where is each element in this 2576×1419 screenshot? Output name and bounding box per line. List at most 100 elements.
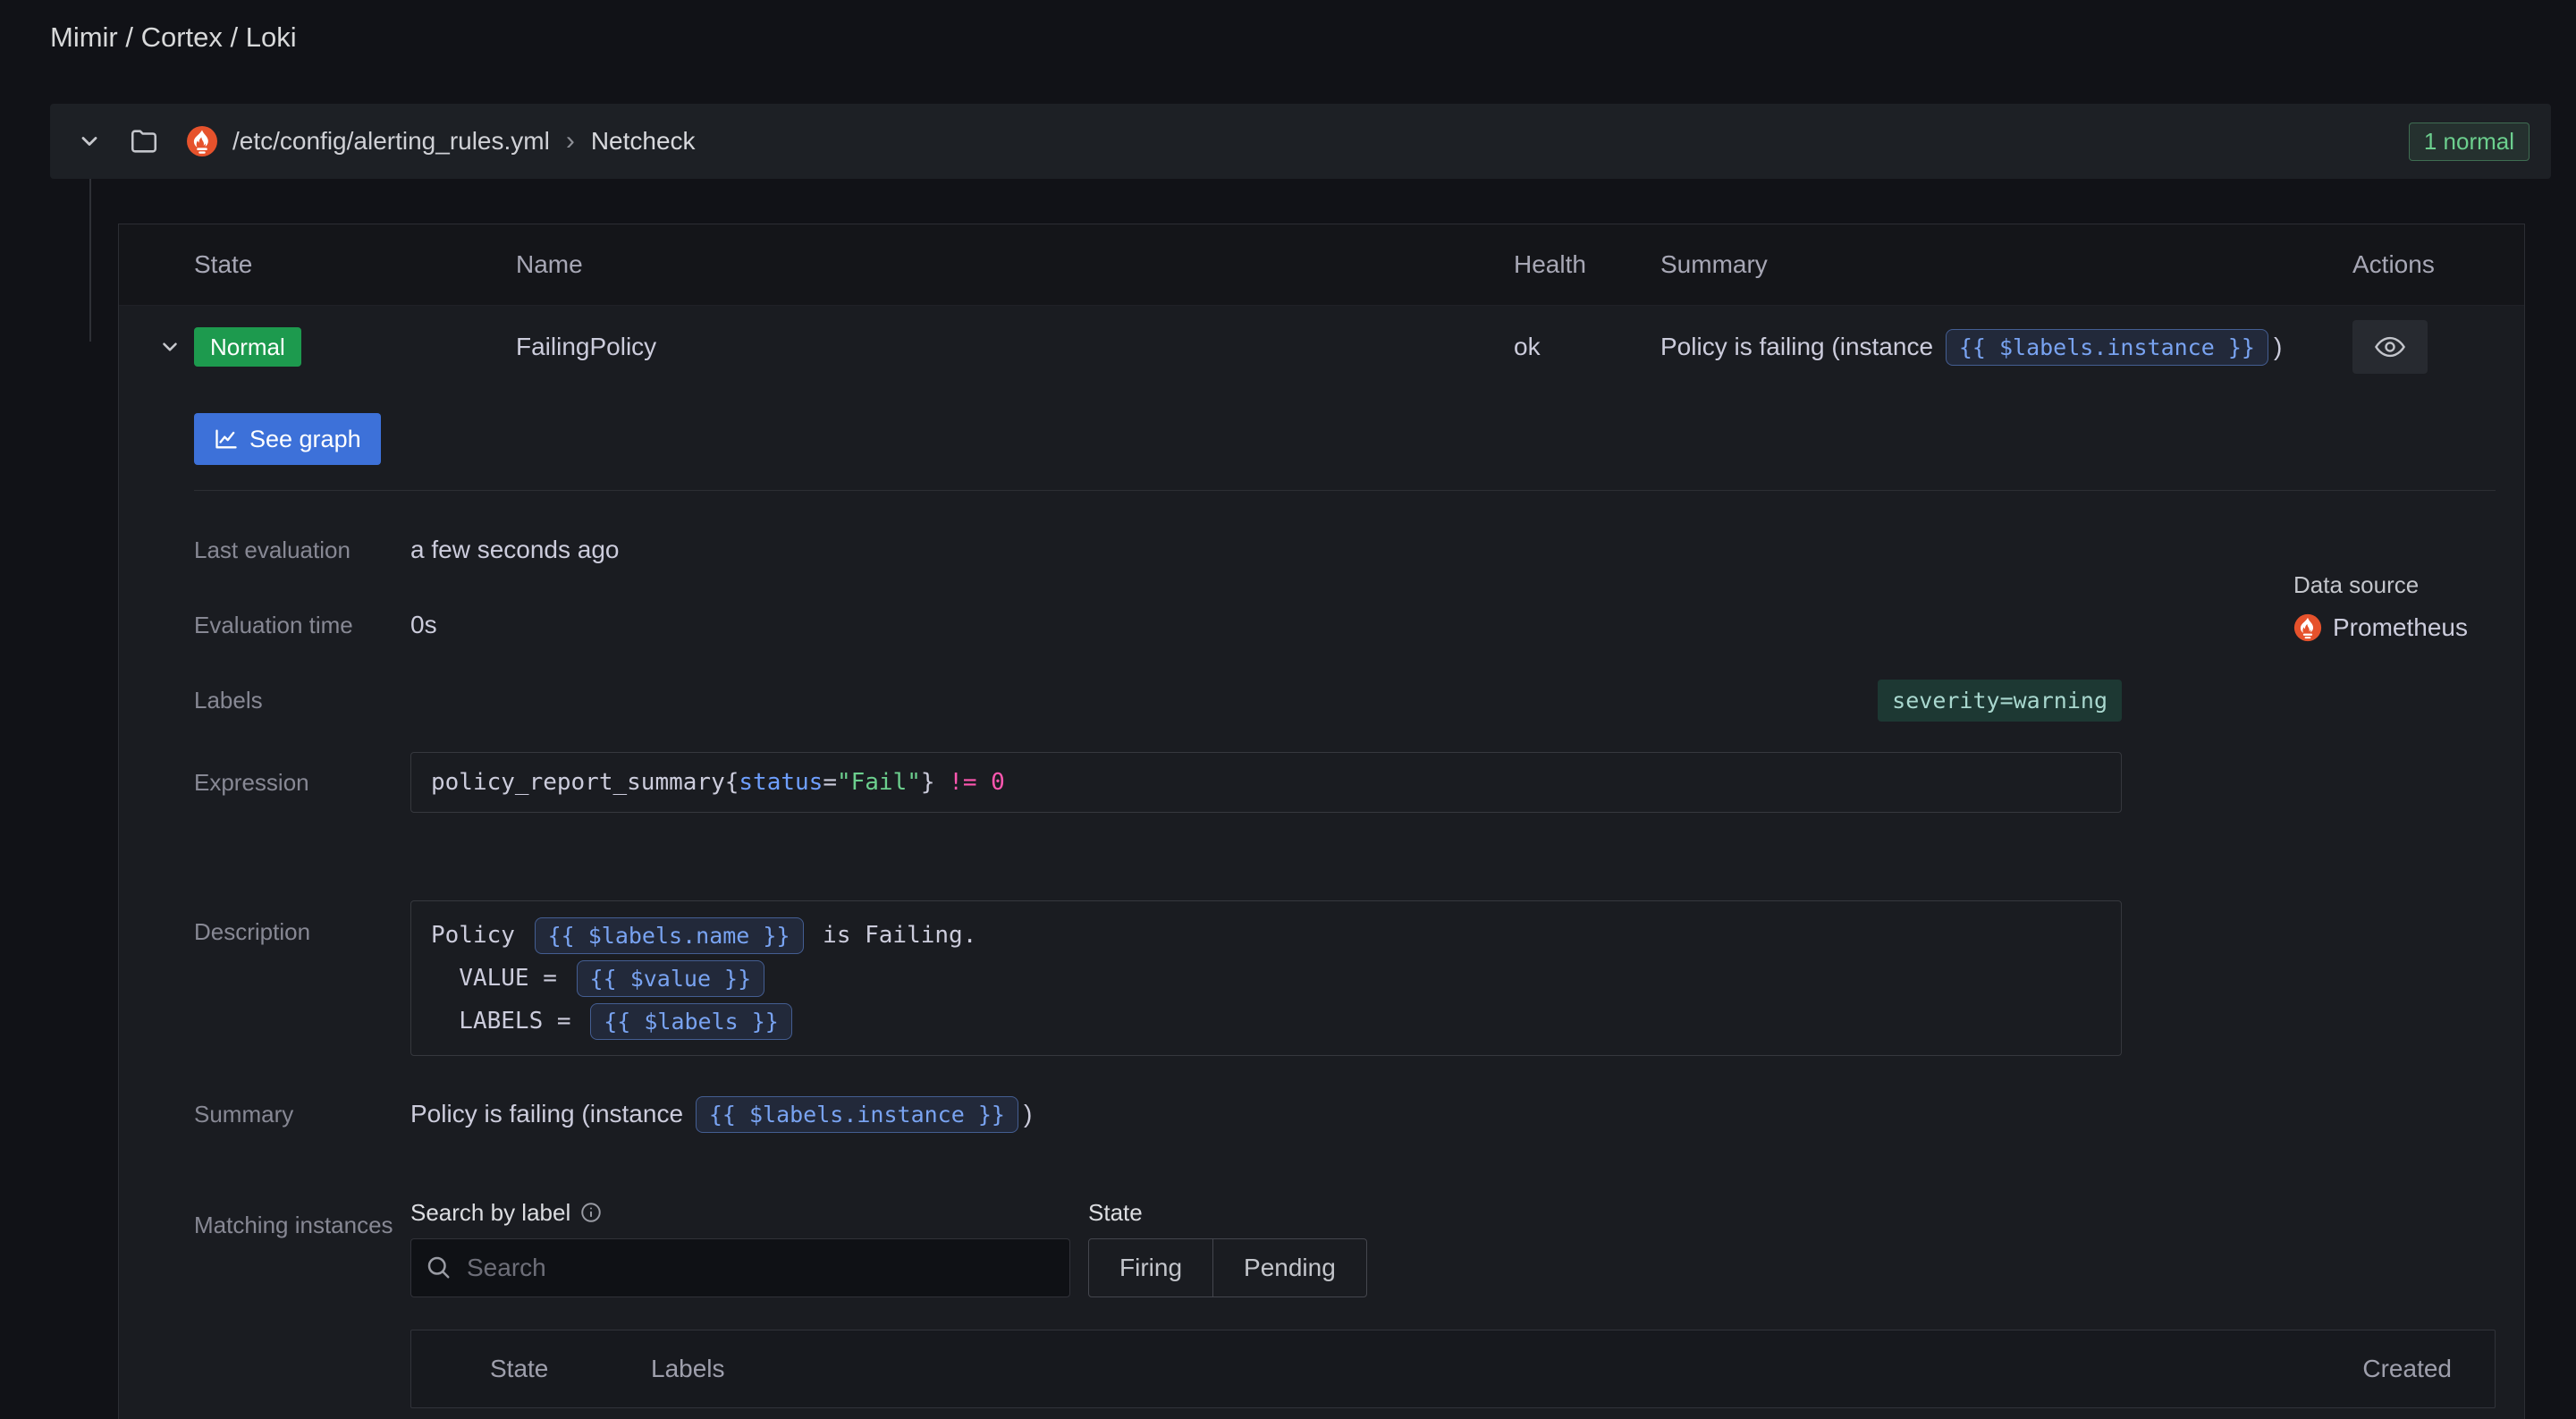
instances-column-created: Created [2362,1355,2452,1383]
evaluation-time-value: 0s [410,611,2496,639]
rule-actions-cell [2352,320,2499,374]
expr-token-string: "Fail" [837,769,921,796]
summary-suffix: ) [1024,1100,1032,1128]
rule-health: ok [1514,333,1660,361]
rule-group-header[interactable]: /etc/config/alerting_rules.yml › Netchec… [50,104,2551,179]
matching-instances-label: Matching instances [194,1199,410,1246]
template-chip-labels-name: {{ $labels.name }} [535,917,804,954]
severity-label-chip: severity=warning [1878,680,2122,722]
breadcrumb-separator: › [566,126,575,156]
view-rule-button[interactable] [2352,320,2428,374]
matching-instances-area: Search by label [410,1199,2496,1408]
eye-icon [2375,335,2405,359]
column-header-health: Health [1514,250,1660,279]
labels-row: Labels severity=warning [194,679,2496,722]
description-box: Policy {{ $labels.name }} is Failing. VA… [410,900,2122,1056]
evaluation-time-label: Evaluation time [194,612,410,639]
template-chip-value: {{ $value }} [577,960,765,997]
folder-icon [129,126,159,156]
group-status-badge: 1 normal [2409,122,2530,161]
rule-details-expanded: See graph Data source [119,388,2524,1419]
column-header-name: Name [516,250,1514,279]
expr-token-metric: policy_report_summary [431,769,725,796]
chart-line-icon [214,427,239,452]
expression-row: Expression policy_report_summary{status=… [194,752,2496,813]
description-row: Description Policy {{ $labels.name }} is… [194,900,2496,1056]
label-search-field [410,1238,1070,1297]
expr-token-operator: != [935,769,992,796]
expr-token-threshold: 0 [991,769,1005,796]
column-header-actions: Actions [2352,250,2499,279]
see-graph-label: See graph [249,426,361,453]
summary-row: Summary Policy is failing (instance {{ $… [194,1092,2496,1136]
last-evaluation-label: Last evaluation [194,536,410,564]
labels-label: Labels [194,687,410,714]
expr-token-close-brace: } [921,769,935,796]
template-chip-labels-instance: {{ $labels.instance }} [696,1096,1018,1133]
evaluation-time-row: Evaluation time 0s [194,607,2496,643]
column-header-state: State [194,250,516,279]
filter-firing-button[interactable]: Firing [1089,1239,1212,1297]
page-title: Mimir / Cortex / Loki [50,21,297,54]
description-text: LABELS = [431,1008,585,1035]
data-source-label: Data source [2293,571,2496,599]
summary-label: Summary [194,1101,410,1128]
summary-value: Policy is failing (instance {{ $labels.i… [410,1096,2496,1133]
details-divider [194,490,2496,491]
instances-column-state: State [490,1355,651,1383]
description-line-1: Policy {{ $labels.name }} is Failing. [431,914,2101,957]
state-filter-group: State Firing Pending [1088,1199,1367,1297]
alert-rules-page: Mimir / Cortex / Loki /etc/config/alerti… [0,0,2576,1419]
rule-row: Normal FailingPolicy ok Policy is failin… [119,306,2524,388]
info-icon[interactable] [579,1201,603,1224]
matching-controls: Search by label [410,1199,2496,1297]
state-filter-header: State [1088,1199,1367,1226]
instances-table-header: State Labels Created [410,1330,2496,1408]
description-line-3: LABELS = {{ $labels }} [431,1000,2101,1043]
rule-summary-suffix: ) [2274,333,2282,361]
label-search-input[interactable] [410,1238,1070,1297]
rules-table-header: State Name Health Summary Actions [119,224,2524,306]
data-source-block: Data source Prometheus [2293,571,2496,642]
description-text: is Failing. [809,922,977,949]
search-by-label-group: Search by label [410,1199,1070,1297]
prometheus-icon [2293,613,2322,642]
search-by-label-header: Search by label [410,1199,1070,1226]
rule-summary-cell: Policy is failing (instance {{ $labels.i… [1660,329,2352,366]
labels-value: severity=warning [410,680,2122,722]
matching-instances-row: Matching instances Search by label [194,1199,2496,1408]
description-text: Policy [431,922,529,949]
expr-token-label-name: status [739,769,823,796]
see-graph-button[interactable]: See graph [194,413,381,465]
summary-text: Policy is failing (instance [410,1100,690,1128]
template-chip-labels-instance: {{ $labels.instance }} [1946,329,2268,366]
rules-table-panel: State Name Health Summary Actions Normal… [118,224,2525,1419]
expression-label: Expression [194,769,410,797]
filter-pending-button[interactable]: Pending [1212,1239,1366,1297]
group-collapse-chevron-down-icon[interactable] [77,129,102,154]
last-evaluation-value: a few seconds ago [410,536,2496,564]
template-chip-labels: {{ $labels }} [590,1003,792,1040]
description-label: Description [194,900,410,946]
tree-guide-line [89,179,91,342]
expr-token-open-brace: { [725,769,739,796]
rule-state-badge: Normal [194,327,301,367]
expression-code-box: policy_report_summary{status="Fail"} != … [410,752,2122,813]
rules-file-path: /etc/config/alerting_rules.yml [232,127,550,156]
rule-summary-text: Policy is failing (instance [1660,333,1940,361]
rule-group-name: Netcheck [591,127,696,156]
state-filter-buttons: Firing Pending [1088,1238,1367,1297]
row-expand-chevron-down-icon[interactable] [158,335,194,359]
column-header-summary: Summary [1660,250,2352,279]
rule-details: Data source Prometheus [194,532,2496,1408]
description-text: VALUE = [431,965,571,992]
rule-state-cell: Normal [194,327,516,367]
data-source-name: Prometheus [2333,613,2468,642]
state-filter-text: State [1088,1199,1143,1227]
last-evaluation-row: Last evaluation a few seconds ago [194,532,2496,568]
instances-column-labels: Labels [651,1355,2255,1383]
expr-token-equals: = [823,769,837,796]
prometheus-icon [186,125,218,157]
data-source-value: Prometheus [2293,613,2496,642]
rule-name: FailingPolicy [516,333,1514,361]
